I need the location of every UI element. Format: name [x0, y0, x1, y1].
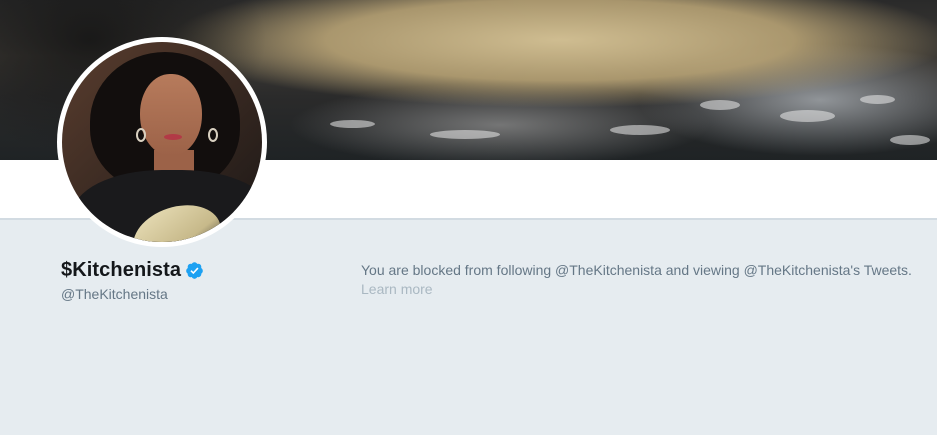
learn-more-link[interactable]: Learn more	[361, 281, 433, 297]
banner-flour-speck	[330, 120, 375, 128]
profile-name-row: $Kitchenista	[61, 259, 204, 282]
verified-badge-icon	[185, 261, 204, 280]
avatar[interactable]	[57, 37, 267, 247]
banner-flour-speck	[780, 110, 835, 122]
avatar-lips	[164, 134, 182, 140]
banner-flour-speck	[700, 100, 740, 110]
banner-flour-speck	[430, 130, 500, 139]
avatar-face	[140, 74, 202, 156]
profile-page: $Kitchenista @TheKitchenista You are blo…	[0, 0, 937, 435]
profile-display-name[interactable]: $Kitchenista	[61, 259, 181, 282]
blocked-notice-text: You are blocked from following @TheKitch…	[361, 262, 912, 278]
avatar-earring-left	[136, 128, 146, 142]
avatar-photo	[62, 42, 262, 242]
banner-flour-speck	[890, 135, 930, 145]
profile-handle[interactable]: @TheKitchenista	[61, 286, 168, 302]
avatar-earring-right	[208, 128, 218, 142]
banner-flour-speck	[610, 125, 670, 135]
banner-flour-speck	[860, 95, 895, 104]
